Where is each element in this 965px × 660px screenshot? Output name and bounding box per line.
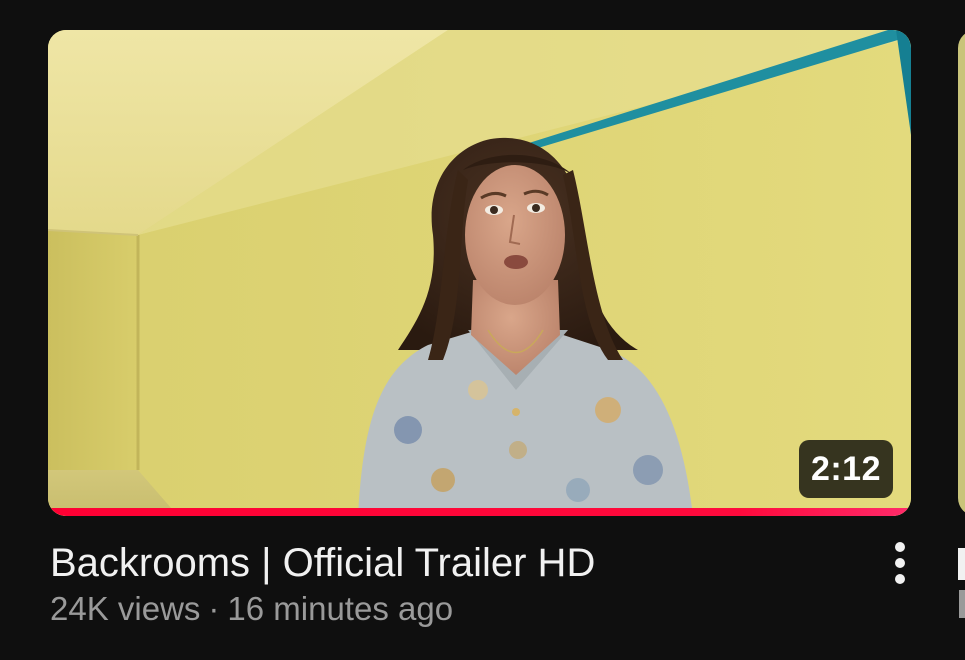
more-dot — [895, 574, 905, 584]
video-details: Backrooms | Official Trailer HD 24K view… — [48, 540, 911, 630]
next-video-metadata-clipped — [959, 590, 965, 618]
watch-progress-fill — [48, 508, 911, 516]
duration-badge: 2:12 — [798, 440, 893, 498]
more-dot — [895, 542, 905, 552]
view-count: 24K views — [50, 590, 201, 627]
video-feed: 2:12 Backrooms | Official Trailer HD 24K… — [0, 0, 965, 660]
upload-age: 16 minutes ago — [227, 590, 454, 627]
thumbnail-image — [48, 30, 911, 516]
video-title[interactable]: Backrooms | Official Trailer HD — [50, 540, 595, 586]
watch-progress-bar — [48, 508, 911, 516]
video-card[interactable]: 2:12 Backrooms | Official Trailer HD 24K… — [48, 30, 911, 630]
more-vert-icon[interactable] — [884, 540, 916, 586]
video-thumbnail[interactable]: 2:12 — [48, 30, 911, 516]
next-video-thumbnail[interactable] — [958, 30, 965, 516]
more-dot — [895, 558, 905, 568]
video-metadata: 24K views · 16 minutes ago — [50, 590, 453, 628]
metadata-separator: · — [208, 590, 220, 627]
next-video-title-clipped[interactable] — [958, 548, 965, 580]
